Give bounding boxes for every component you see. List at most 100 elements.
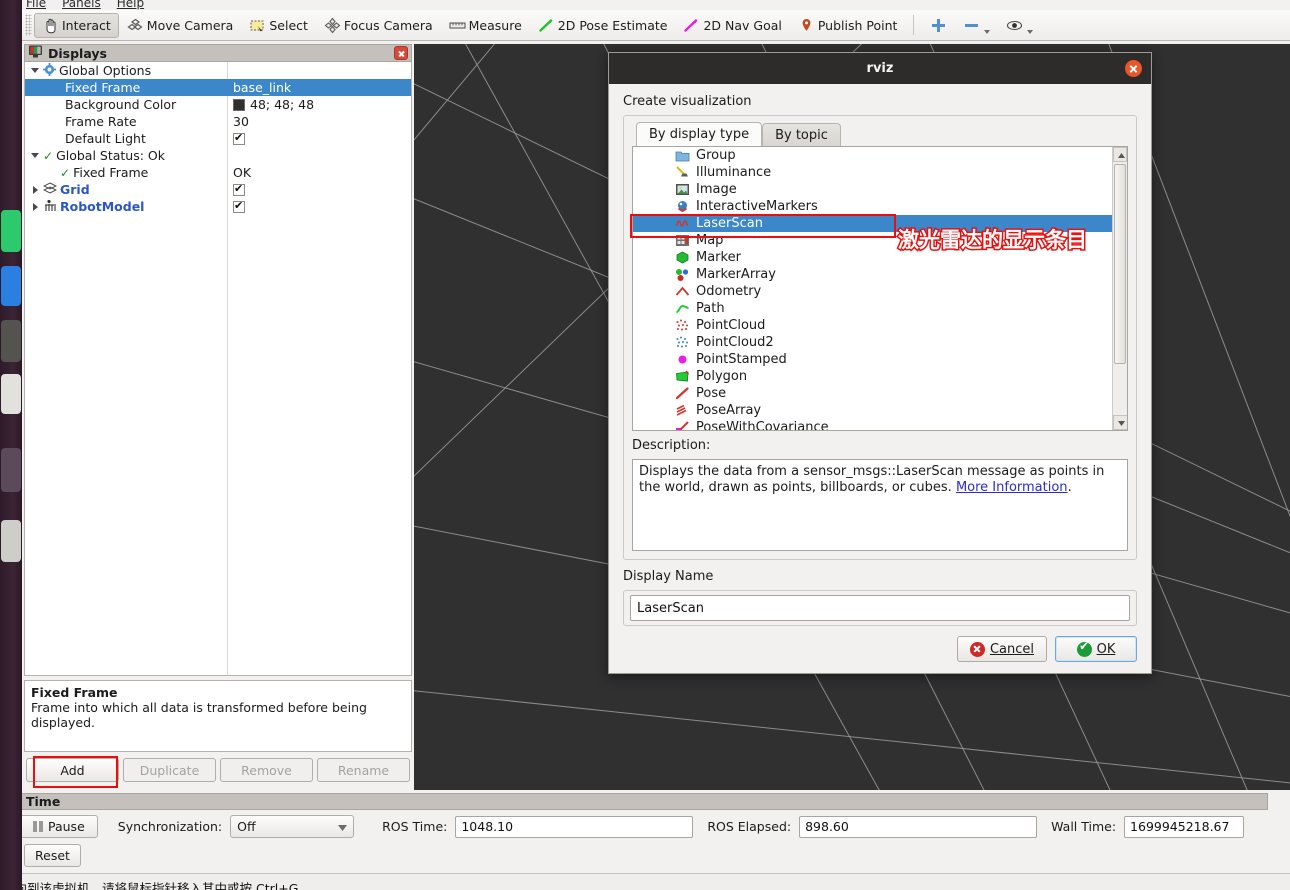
more-information-link[interactable]: More Information: [956, 480, 1068, 495]
close-icon[interactable]: [1125, 60, 1142, 77]
time-panel-title-label: Time: [26, 794, 61, 809]
tool-measure[interactable]: Measure: [441, 13, 530, 38]
vm-status-bar: 定向到该虚拟机，请将鼠标指针移入其中或按 Ctrl+G: [0, 873, 1290, 890]
tool-select[interactable]: Select: [241, 13, 316, 38]
tool-move-camera-label: Move Camera: [146, 17, 234, 33]
list-item[interactable]: Illuminance: [633, 164, 1127, 181]
table-row[interactable]: Background Color 48; 48; 48: [25, 96, 411, 113]
tool-move-camera[interactable]: Move Camera: [119, 13, 242, 38]
ok-button[interactable]: OK: [1055, 636, 1137, 662]
list-item[interactable]: Image: [633, 181, 1127, 198]
tab-by-topic[interactable]: By topic: [762, 123, 841, 146]
zoom-in-button[interactable]: [922, 13, 955, 38]
scrollbar-thumb[interactable]: [1114, 164, 1126, 364]
scroll-down-button[interactable]: [1113, 415, 1127, 430]
tool-2d-pose-estimate[interactable]: 2D Pose Estimate: [530, 13, 676, 38]
tool-interact[interactable]: Interact: [34, 12, 119, 38]
twisty-down-icon[interactable]: [31, 151, 40, 160]
list-item[interactable]: Path: [633, 300, 1127, 317]
dialog-tabs: By display type By topic: [636, 122, 1128, 146]
menu-help[interactable]: Help: [117, 0, 144, 10]
launcher-icon-2[interactable]: [1, 266, 21, 306]
row-value[interactable]: base_link: [227, 80, 411, 95]
chevron-down-icon-2[interactable]: [1027, 29, 1034, 34]
chevron-down-icon[interactable]: [338, 819, 348, 834]
list-item[interactable]: Polygon: [633, 368, 1127, 385]
visibility-button[interactable]: [998, 13, 1041, 38]
list-item[interactable]: PointCloud: [633, 317, 1127, 334]
list-item[interactable]: PoseWithCovariance: [633, 419, 1127, 430]
ros-time-field[interactable]: 1048.10: [455, 815, 694, 838]
scroll-up-button[interactable]: [1113, 147, 1127, 162]
launcher-icon-3[interactable]: [1, 320, 21, 362]
close-icon[interactable]: [394, 46, 408, 60]
add-display-button[interactable]: Add: [26, 758, 119, 782]
table-row[interactable]: RobotModel: [25, 198, 411, 215]
marker-icon: [675, 250, 690, 265]
list-item[interactable]: Group: [633, 147, 1127, 164]
toolbar-grip[interactable]: [25, 14, 32, 36]
table-row[interactable]: ✓ Global Status: Ok: [25, 147, 411, 164]
display-type-list[interactable]: Group Illuminance Image InteractiveMarke…: [632, 146, 1128, 431]
row-value[interactable]: 30: [227, 114, 411, 129]
ros-time-value: 1048.10: [461, 819, 514, 834]
menu-panels[interactable]: Panels: [62, 0, 101, 10]
launcher-icon-4[interactable]: [1, 374, 21, 414]
list-item[interactable]: Odometry: [633, 283, 1127, 300]
displays-property-tree[interactable]: Global Options Fixed Frame base_link Bac…: [24, 62, 412, 676]
list-item[interactable]: MarkerArray: [633, 266, 1127, 283]
tab-by-display-type[interactable]: By display type: [636, 122, 763, 146]
eye-icon: [1006, 17, 1023, 34]
pose-array-icon: [675, 403, 690, 418]
display-name-input[interactable]: LaserScan: [630, 595, 1130, 621]
launcher-icon-5[interactable]: [1, 448, 21, 492]
color-swatch-icon[interactable]: [233, 98, 245, 111]
odometry-icon: [675, 284, 690, 299]
synchronization-select[interactable]: Off: [230, 815, 355, 838]
twisty-right-icon[interactable]: [31, 202, 40, 211]
remove-button-label: Remove: [241, 762, 292, 778]
tool-publish-point[interactable]: Publish Point: [790, 13, 906, 38]
twisty-right-icon[interactable]: [31, 185, 40, 194]
grid-icon: [42, 182, 58, 197]
row-value[interactable]: [227, 131, 411, 145]
list-item[interactable]: PointStamped: [633, 351, 1127, 368]
ok-icon: [1076, 639, 1092, 657]
list-item-label: PoseArray: [696, 403, 762, 418]
row-value: OK: [233, 165, 252, 180]
tool-2d-nav-goal[interactable]: 2D Nav Goal: [675, 13, 789, 38]
wall-time-field[interactable]: 1699945218.67: [1124, 815, 1245, 838]
list-scrollbar[interactable]: [1112, 147, 1127, 430]
time-panel: Time Pause Synchronization: Off ROS Time…: [2, 793, 1268, 873]
cancel-button[interactable]: Cancel: [956, 636, 1047, 662]
list-item[interactable]: Pose: [633, 385, 1127, 402]
ros-elapsed-field[interactable]: 898.60: [799, 815, 1038, 838]
row-value[interactable]: [227, 182, 411, 196]
reset-button[interactable]: Reset: [24, 844, 81, 867]
table-row[interactable]: Frame Rate 30: [25, 113, 411, 130]
table-row[interactable]: Grid: [25, 181, 411, 198]
checkbox[interactable]: [233, 182, 245, 196]
table-row[interactable]: Global Options: [25, 62, 411, 79]
menu-file[interactable]: File: [26, 0, 46, 10]
chevron-down-icon[interactable]: [984, 29, 991, 34]
checkbox[interactable]: [233, 199, 245, 213]
launcher-icon-6[interactable]: [1, 520, 21, 562]
move-camera-icon: [127, 17, 144, 34]
list-item[interactable]: PoseArray: [633, 402, 1127, 419]
list-item[interactable]: PointCloud2: [633, 334, 1127, 351]
table-row[interactable]: Default Light: [25, 130, 411, 147]
time-panel-header: Time: [2, 793, 1268, 810]
table-row[interactable]: ✓ Fixed Frame OK: [25, 164, 411, 181]
twisty-down-icon[interactable]: [31, 66, 40, 75]
pause-button[interactable]: Pause: [20, 815, 98, 838]
tool-focus-camera[interactable]: Focus Camera: [316, 13, 441, 38]
row-value[interactable]: [227, 199, 411, 213]
zoom-out-button[interactable]: [955, 13, 998, 38]
table-row[interactable]: Fixed Frame base_link: [25, 79, 411, 96]
checkbox[interactable]: [233, 131, 245, 145]
dialog-footer: Cancel OK: [609, 626, 1151, 662]
list-item[interactable]: InteractiveMarkers: [633, 198, 1127, 215]
row-value[interactable]: 48; 48; 48: [227, 97, 411, 112]
launcher-icon-1[interactable]: [1, 210, 21, 252]
